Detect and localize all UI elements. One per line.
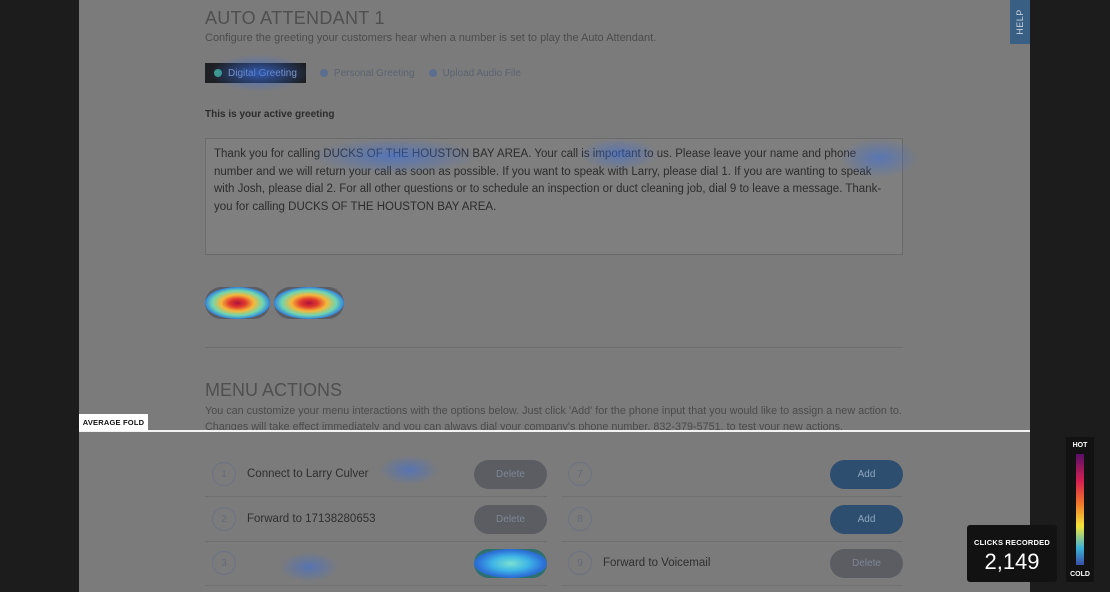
- menu-number-1: 1: [212, 462, 236, 486]
- menu-row-7: 7: [568, 460, 603, 488]
- page-subtitle: Configure the greeting your customers he…: [205, 32, 657, 44]
- radio-dot-icon: [214, 69, 222, 77]
- delete-button-2[interactable]: Delete: [474, 505, 547, 534]
- greeting-type-options: Digital Greeting Personal Greeting Uploa…: [205, 63, 535, 83]
- row-separator: [205, 541, 547, 542]
- clicks-recorded-value: 2,149: [984, 549, 1040, 574]
- active-greeting-label: This is your active greeting: [205, 109, 335, 120]
- average-fold-line: [79, 430, 1030, 432]
- radio-dot-icon: [319, 69, 328, 77]
- menu-row-label: Forward to 17138280653: [247, 513, 376, 525]
- legend-gradient-bar: [1076, 454, 1084, 565]
- menu-number-7: 7: [568, 462, 592, 486]
- heatmap-hotspot: [379, 455, 439, 485]
- heat-legend: HOT COLD: [1066, 437, 1094, 582]
- add-button-8[interactable]: Add: [830, 505, 903, 534]
- menu-row-1: 1 Connect to Larry Culver: [212, 460, 368, 488]
- menu-row-label: Forward to Voicemail: [603, 557, 711, 569]
- save-greeting-button[interactable]: [274, 287, 344, 319]
- delete-button-9[interactable]: Delete: [830, 549, 903, 578]
- section-divider: [205, 347, 903, 348]
- digital-greeting-option[interactable]: Digital Greeting: [205, 63, 306, 83]
- menu-row-2: 2 Forward to 17138280653: [212, 505, 376, 533]
- delete-button-1[interactable]: Delete: [474, 460, 547, 489]
- personal-greeting-option[interactable]: Personal Greeting: [319, 67, 415, 79]
- menu-number-8: 8: [568, 507, 592, 531]
- menu-row-3: 3: [212, 549, 247, 577]
- legend-cold-label: COLD: [1070, 571, 1090, 578]
- radio-dot-icon: [428, 69, 437, 77]
- help-tab-label: HELP: [1015, 9, 1025, 35]
- clicks-recorded-label: CLICKS RECORDED: [974, 538, 1050, 547]
- page-title: AUTO ATTENDANT 1: [205, 8, 385, 28]
- menu-actions-title: MENU ACTIONS: [205, 380, 343, 400]
- menu-number-9: 9: [568, 551, 592, 575]
- digital-greeting-label: Digital Greeting: [228, 67, 297, 79]
- menu-number-2: 2: [212, 507, 236, 531]
- upload-audio-option[interactable]: Upload Audio File: [428, 67, 521, 79]
- greeting-text-area[interactable]: Thank you for calling DUCKS OF THE HOUST…: [205, 138, 903, 255]
- menu-row-label: Connect to Larry Culver: [247, 468, 369, 480]
- menu-row-9: 9 Forward to Voicemail: [568, 549, 710, 577]
- menu-number-3: 3: [212, 551, 236, 575]
- heatmap-hotspot: [279, 552, 339, 582]
- row-separator: [561, 585, 903, 586]
- upload-audio-label: Upload Audio File: [442, 67, 521, 79]
- add-button-3[interactable]: Add: [474, 549, 547, 578]
- play-greeting-button[interactable]: [205, 287, 270, 319]
- row-separator: [561, 496, 903, 497]
- add-button-7[interactable]: Add: [830, 460, 903, 489]
- row-separator: [205, 496, 547, 497]
- help-tab[interactable]: HELP: [1010, 0, 1030, 44]
- row-separator: [205, 585, 547, 586]
- legend-hot-label: HOT: [1072, 442, 1088, 449]
- menu-actions-description: You can customize your menu interactions…: [205, 405, 902, 431]
- page-content: AUTO ATTENDANT 1 Configure the greeting …: [79, 0, 1030, 592]
- menu-row-8: 8: [568, 505, 603, 533]
- left-dark-frame: [0, 0, 79, 592]
- personal-greeting-label: Personal Greeting: [333, 67, 415, 79]
- row-separator: [561, 541, 903, 542]
- average-fold-tag: AVERAGE FOLD: [79, 414, 148, 431]
- clicks-recorded-box: CLICKS RECORDED 2,149: [967, 525, 1057, 582]
